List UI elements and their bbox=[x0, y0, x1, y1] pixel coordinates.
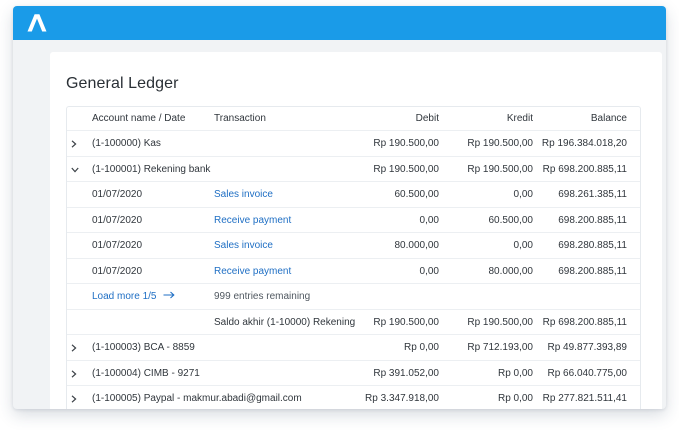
account-name: (1-100003) BCA - 8859 bbox=[92, 342, 195, 353]
chevron-right-icon bbox=[71, 395, 77, 403]
account-debit: Rp 190.500,00 bbox=[373, 138, 439, 149]
account-row[interactable]: (1-100001) Rekening bank Rp 190.500,00 R… bbox=[67, 157, 640, 182]
account-name: (1-100001) Rekening bank bbox=[92, 163, 211, 175]
account-balance: Rp 196.384.018,20 bbox=[541, 138, 627, 149]
collapse-toggle[interactable] bbox=[71, 157, 83, 173]
entry-balance: 698.261.385,11 bbox=[558, 189, 627, 200]
load-more-label: Load more 1/5 bbox=[92, 291, 157, 302]
entry-balance: 698.280.885,11 bbox=[558, 240, 627, 251]
closing-kredit: Rp 190.500,00 bbox=[467, 316, 533, 328]
entry-date: 01/07/2020 bbox=[92, 240, 143, 251]
account-debit: Rp 3.347.918,00 bbox=[365, 393, 439, 404]
column-header-debit: Debit bbox=[415, 113, 439, 124]
transaction-link[interactable]: Receive payment bbox=[214, 208, 291, 233]
entry-kredit: 0,00 bbox=[513, 240, 533, 251]
expand-toggle[interactable] bbox=[71, 335, 83, 352]
app-logo-icon[interactable] bbox=[27, 13, 47, 33]
entry-debit: 0,00 bbox=[419, 265, 439, 277]
account-name: (1-100004) CIMB - 9271 bbox=[92, 367, 200, 379]
account-row[interactable]: (1-100004) CIMB - 9271 Rp 391.052,00 Rp … bbox=[67, 361, 640, 386]
expand-toggle[interactable] bbox=[71, 386, 83, 403]
load-more-link[interactable]: Load more 1/5 bbox=[92, 284, 175, 309]
account-balance: Rp 66.040.775,00 bbox=[547, 367, 627, 379]
table-header: Account name / Date Transaction Debit Kr… bbox=[67, 107, 640, 131]
arrow-right-icon bbox=[163, 291, 175, 299]
entry-date: 01/07/2020 bbox=[92, 189, 143, 200]
entry-row: 01/07/2020 Receive payment 0,00 80.000,0… bbox=[67, 259, 640, 284]
closing-balance-row: Saldo akhir (1-10000) Rekening Rp 190.50… bbox=[67, 310, 640, 335]
entry-balance: 698.200.885,11 bbox=[558, 265, 627, 277]
account-kredit: Rp 712.193,00 bbox=[467, 342, 533, 353]
entry-row: 01/07/2020 Receive payment 0,00 60.500,0… bbox=[67, 208, 640, 233]
entry-debit: 0,00 bbox=[419, 214, 439, 226]
column-header-transaction: Transaction bbox=[214, 113, 266, 124]
content-card: General Ledger Account name / Date Trans… bbox=[50, 52, 662, 409]
chevron-right-icon bbox=[71, 344, 77, 352]
closing-debit: Rp 190.500,00 bbox=[373, 316, 439, 328]
account-row[interactable]: (1-100000) Kas Rp 190.500,00 Rp 190.500,… bbox=[67, 131, 640, 157]
account-debit: Rp 190.500,00 bbox=[373, 163, 439, 175]
account-name: (1-100000) Kas bbox=[92, 138, 161, 149]
transaction-link[interactable]: Sales invoice bbox=[214, 182, 273, 207]
account-row[interactable]: (1-100005) Paypal - makmur.abadi@gmail.c… bbox=[67, 386, 640, 409]
entry-kredit: 60.500,00 bbox=[488, 214, 534, 226]
entry-kredit: 80.000,00 bbox=[488, 265, 534, 277]
account-balance: Rp 49.877.393,89 bbox=[547, 342, 627, 353]
account-debit: Rp 391.052,00 bbox=[373, 367, 439, 379]
top-bar bbox=[13, 6, 666, 40]
account-kredit: Rp 190.500,00 bbox=[467, 138, 533, 149]
app-window: General Ledger Account name / Date Trans… bbox=[13, 6, 666, 409]
account-kredit: Rp 190.500,00 bbox=[467, 163, 533, 175]
entries-remaining: 999 entries remaining bbox=[214, 291, 311, 302]
entry-debit: 60.500,00 bbox=[394, 189, 440, 200]
closing-label: Saldo akhir (1-10000) Rekening bbox=[214, 316, 356, 328]
entry-kredit: 0,00 bbox=[513, 189, 533, 200]
page-title: General Ledger bbox=[66, 75, 179, 92]
entry-row: 01/07/2020 Sales invoice 80.000,00 0,00 … bbox=[67, 233, 640, 259]
chevron-right-icon bbox=[71, 369, 77, 378]
account-kredit: Rp 0,00 bbox=[497, 367, 533, 379]
entry-debit: 80.000,00 bbox=[394, 240, 440, 251]
chevron-down-icon bbox=[71, 167, 79, 173]
column-header-account: Account name / Date bbox=[92, 113, 186, 124]
account-name: (1-100005) Paypal - makmur.abadi@gmail.c… bbox=[92, 393, 302, 404]
expand-toggle[interactable] bbox=[71, 361, 83, 378]
account-balance: Rp 698.200.885,11 bbox=[542, 163, 627, 175]
account-debit: Rp 0,00 bbox=[403, 342, 439, 353]
entry-date: 01/07/2020 bbox=[92, 214, 143, 226]
entry-row: 01/07/2020 Sales invoice 60.500,00 0,00 … bbox=[67, 182, 640, 208]
entry-date: 01/07/2020 bbox=[92, 265, 143, 277]
transaction-link[interactable]: Receive payment bbox=[214, 259, 291, 284]
chevron-right-icon bbox=[71, 140, 77, 148]
closing-balance: Rp 698.200.885,11 bbox=[542, 316, 627, 328]
entry-balance: 698.200.885,11 bbox=[558, 214, 627, 226]
column-header-balance: Balance bbox=[590, 113, 627, 124]
transaction-link[interactable]: Sales invoice bbox=[214, 233, 273, 258]
account-balance: Rp 277.821.511,41 bbox=[542, 393, 627, 404]
load-more-row: Load more 1/5 999 entries remaining bbox=[67, 284, 640, 310]
expand-toggle[interactable] bbox=[71, 131, 83, 148]
ledger-table: Account name / Date Transaction Debit Kr… bbox=[66, 106, 641, 409]
account-row[interactable]: (1-100003) BCA - 8859 Rp 0,00 Rp 712.193… bbox=[67, 335, 640, 361]
account-kredit: Rp 0,00 bbox=[497, 393, 533, 404]
column-header-kredit: Kredit bbox=[506, 113, 533, 124]
